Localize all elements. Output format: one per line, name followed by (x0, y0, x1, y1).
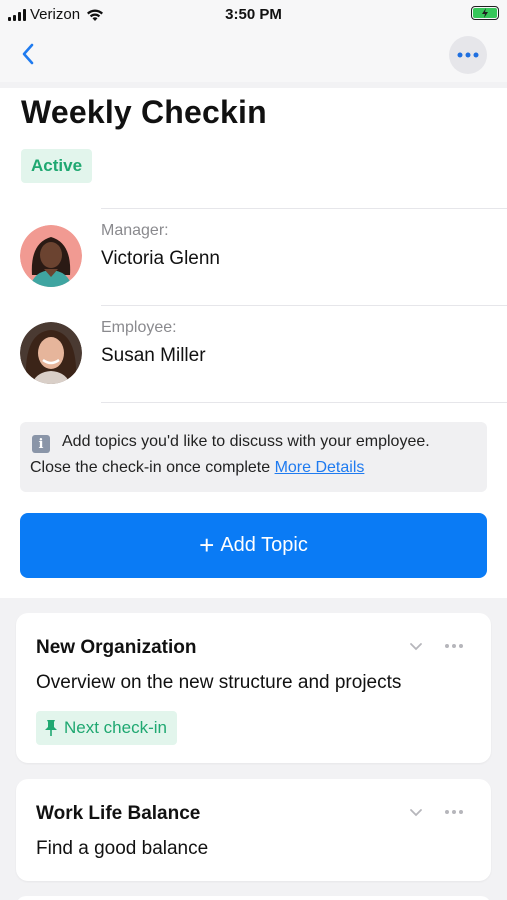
checkin-header: Weekly Checkin Active Manager: Victoria … (0, 88, 507, 598)
next-checkin-badge: Next check-in (36, 711, 177, 745)
manager-avatar (20, 225, 82, 287)
add-topic-label: Add Topic (220, 534, 308, 556)
info-text-line1: Add topics you'd like to discuss with yo… (62, 433, 430, 450)
status-time: 3:50 PM (225, 6, 282, 23)
page-title: Weekly Checkin (21, 94, 267, 130)
divider (101, 208, 507, 209)
divider (101, 305, 507, 306)
manager-row[interactable]: Manager: Victoria Glenn (0, 210, 507, 306)
manager-role-label: Manager: (101, 222, 169, 239)
ellipsis-icon (457, 52, 479, 58)
topic-description: Find a good balance (36, 838, 209, 859)
battery-icon (471, 6, 499, 20)
topic-card[interactable]: Work Life Balance Find a good balance (16, 779, 491, 881)
ellipsis-icon (445, 810, 449, 814)
topic-card[interactable]: New Organization Overview on the new str… (16, 613, 491, 763)
chevron-left-icon (22, 43, 34, 65)
chevron-down-icon[interactable] (407, 803, 425, 821)
divider (101, 402, 507, 403)
ellipsis-icon (445, 644, 449, 648)
info-box: i Add topics you'd like to discuss with … (20, 422, 487, 492)
info-text-line2: Close the check-in once complete More De… (30, 459, 364, 477)
back-button[interactable] (14, 40, 42, 68)
navigation-bar (0, 30, 507, 82)
status-bar: Verizon 3:50 PM (0, 0, 507, 30)
next-checkin-label: Next check-in (64, 718, 167, 737)
chevron-down-icon[interactable] (407, 637, 425, 655)
topic-card-partial[interactable] (16, 896, 491, 900)
manager-name: Victoria Glenn (101, 248, 220, 269)
employee-name: Susan Miller (101, 345, 206, 366)
status-badge: Active (21, 149, 93, 183)
more-options-button[interactable] (449, 36, 487, 74)
pin-icon (45, 720, 57, 736)
topic-more-button[interactable] (439, 637, 469, 655)
topic-more-button[interactable] (439, 803, 469, 821)
topic-description: Overview on the new structure and projec… (36, 672, 402, 693)
add-topic-button[interactable]: + Add Topic (20, 513, 487, 578)
employee-row[interactable]: Employee: Susan Miller (0, 307, 507, 403)
info-icon: i (32, 435, 50, 453)
topic-title: New Organization (36, 637, 197, 658)
more-details-link[interactable]: More Details (275, 459, 365, 476)
info-text: Close the check-in once complete (30, 459, 271, 476)
topic-title: Work Life Balance (36, 803, 201, 824)
employee-role-label: Employee: (101, 319, 177, 336)
employee-avatar (20, 322, 82, 384)
plus-icon: + (199, 529, 215, 560)
